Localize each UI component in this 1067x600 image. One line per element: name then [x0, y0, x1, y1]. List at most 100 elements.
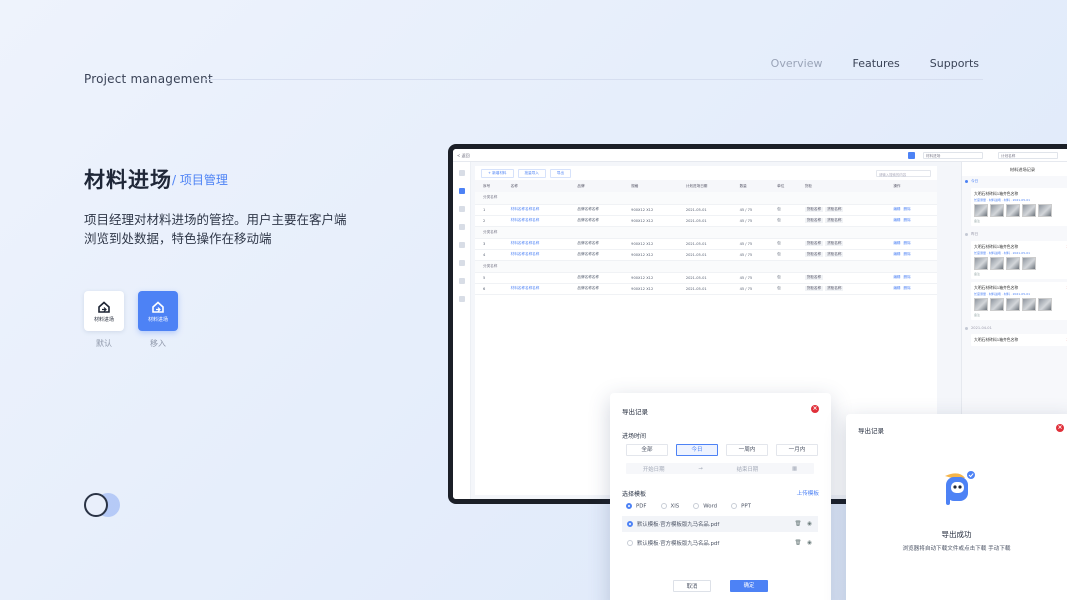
table-row[interactable]: 4 材料名称名称名称 品牌名称名称 900X12 X12 2021-05-01 45 / …	[475, 249, 937, 261]
icon-card-default[interactable]: 材料进场	[84, 291, 124, 331]
range-month[interactable]: 一月内	[776, 444, 818, 456]
record-card[interactable]: 大明石材砖料1箱齐色名称合格长度测量 · 材料进场 · 材料 · 2021-05…	[971, 188, 1067, 226]
row-spec: 900X12 X12	[623, 283, 678, 295]
format-label: Word	[703, 503, 718, 510]
close-icon[interactable]: ×	[1056, 424, 1064, 432]
export-button[interactable]: 导出	[549, 168, 572, 178]
edit-link[interactable]: 编辑	[893, 218, 900, 222]
nav-overview[interactable]: Overview	[771, 57, 823, 70]
container-tag: 货柜名称	[804, 286, 824, 291]
photo-thumbnail[interactable]	[974, 204, 988, 217]
table-row[interactable]: 5 品牌名称名称 900X12 X12 2021-05-01 45 / 75 包 货柜名称 编…	[475, 272, 937, 284]
edit-link[interactable]: 编辑	[893, 241, 900, 245]
photo-thumbnail[interactable]	[1038, 204, 1052, 217]
cancel-button[interactable]: 取消	[673, 580, 711, 592]
edit-link[interactable]: 编辑	[893, 275, 900, 279]
project-select[interactable]: 材料进场	[923, 152, 983, 159]
sidebar-material-icon[interactable]	[458, 188, 465, 194]
sidebar-home-icon[interactable]	[458, 170, 465, 176]
delete-link[interactable]: 删除	[904, 286, 911, 290]
sidebar-item-icon[interactable]	[458, 206, 465, 212]
table-row[interactable]: 1 材料名称名称名称 品牌名称名称 900X12 X12 2021-05-01 45 / …	[475, 204, 937, 216]
row-name[interactable]	[502, 272, 570, 284]
row-name[interactable]: 材料名称名称名称	[502, 283, 570, 295]
container-tag: 货柜名称	[825, 241, 844, 246]
sidebar-item-icon[interactable]	[458, 242, 465, 248]
record-card[interactable]: 大明石材砖料1箱齐色名称不合格长度测量 · 材料进场 · 材料 · 2021-0…	[971, 282, 1067, 320]
photo-thumbnail[interactable]	[1022, 204, 1036, 217]
photo-thumbnail[interactable]	[974, 257, 988, 270]
row-name[interactable]: 材料名称名称名称	[502, 215, 570, 227]
row-date: 2021-05-01	[677, 272, 732, 284]
delete-link[interactable]: 删除	[904, 241, 911, 245]
radio-icon	[693, 503, 700, 509]
row-name[interactable]: 材料名称名称名称	[502, 204, 570, 216]
end-date-field[interactable]: 结束日期	[737, 465, 759, 473]
delete-link[interactable]: 删除	[904, 218, 911, 222]
photo-thumbnail[interactable]	[990, 298, 1004, 311]
photo-thumbnail[interactable]	[1038, 298, 1052, 311]
photo-thumbnail[interactable]	[1006, 204, 1020, 217]
format-xis[interactable]: XIS	[660, 503, 679, 510]
back-button[interactable]: < 返回	[457, 153, 470, 159]
photo-thumbnail[interactable]	[1006, 298, 1020, 311]
batch-import-button[interactable]: 批量导入	[517, 168, 546, 178]
photo-thumbnail[interactable]	[990, 204, 1004, 217]
sidebar-item-icon[interactable]	[458, 224, 465, 230]
sidebar-item-icon[interactable]	[458, 296, 465, 302]
calendar-icon[interactable]: ▦	[792, 466, 797, 472]
trash-icon[interactable]: 🗑	[794, 521, 801, 527]
delete-link[interactable]: 删除	[904, 252, 911, 256]
edit-link[interactable]: 编辑	[893, 207, 900, 211]
range-today[interactable]: 今日	[676, 444, 718, 456]
date-range-picker[interactable]: 开始日期 → 结束日期 ▦	[626, 463, 814, 474]
delete-link[interactable]: 删除	[904, 207, 911, 211]
theme-toggle[interactable]	[84, 493, 122, 517]
row-brand: 品牌名称名称	[569, 238, 624, 250]
row-brand: 品牌名称名称	[569, 272, 624, 284]
template-file-item[interactable]: 默认模板·官方模板版九马名品.pdf 🗑 ◉	[622, 516, 818, 532]
plan-select[interactable]: 计划名称	[998, 152, 1058, 159]
photo-thumbnail[interactable]	[990, 257, 1004, 270]
table-row[interactable]: 3 材料名称名称名称 品牌名称名称 900X12 X12 2021-05-01 45 / …	[475, 238, 937, 250]
confirm-button[interactable]: 确定	[730, 580, 768, 592]
row-name[interactable]: 材料名称名称名称	[502, 238, 570, 250]
search-input[interactable]: 请输入搜索的内容	[876, 169, 931, 177]
format-pdf[interactable]: PDF	[626, 503, 647, 510]
template-file-item[interactable]: 默认模板·官方模板版九马名品.pdf 🗑 ◉	[622, 535, 818, 551]
add-material-button[interactable]: + 新增材料	[481, 168, 514, 178]
sidebar-item-icon[interactable]	[458, 278, 465, 284]
range-week[interactable]: 一周内	[726, 444, 768, 456]
photo-thumbnail[interactable]	[1006, 257, 1020, 270]
close-icon[interactable]: ×	[811, 405, 819, 413]
record-card[interactable]: 大明石材砖料1箱齐色名称不合格	[971, 334, 1067, 346]
row-name[interactable]: 材料名称名称名称	[502, 249, 570, 261]
photo-thumbnail[interactable]	[974, 298, 988, 311]
record-note: 备注	[974, 313, 981, 317]
photo-thumbnail[interactable]	[1022, 298, 1036, 311]
radio-icon	[731, 503, 738, 509]
delete-link[interactable]: 删除	[904, 275, 911, 279]
start-date-field[interactable]: 开始日期	[643, 465, 665, 473]
nav-supports[interactable]: Supports	[930, 57, 979, 70]
success-detail: 浏览器将自动下载文件或点击下载 手动下载	[902, 546, 1011, 552]
container-tag: 货柜名称	[825, 286, 844, 291]
record-photos	[974, 298, 1067, 311]
edit-link[interactable]: 编辑	[893, 252, 900, 256]
record-card[interactable]: 大明石材砖料1箱齐色名称不合格长度测量 · 材料进场 · 材料 · 2021-0…	[971, 241, 1067, 279]
format-ppt[interactable]: PPT	[731, 503, 751, 510]
format-word[interactable]: Word	[693, 503, 717, 510]
container-tag: 货柜名称	[825, 207, 844, 212]
eye-icon[interactable]: ◉	[807, 540, 812, 546]
table-row[interactable]: 6 材料名称名称名称 品牌名称名称 900X12 X12 2021-05-01 45 / …	[475, 283, 937, 295]
upload-template-link[interactable]: 上传模板	[797, 489, 819, 497]
photo-thumbnail[interactable]	[1022, 257, 1036, 270]
sidebar-item-icon[interactable]	[458, 260, 465, 266]
nav-features[interactable]: Features	[852, 57, 899, 70]
table-row[interactable]: 2 材料名称名称名称 品牌名称名称 900X12 X12 2021-05-01 45 / …	[475, 215, 937, 227]
edit-link[interactable]: 编辑	[893, 286, 900, 290]
range-all[interactable]: 全部	[626, 444, 668, 456]
trash-icon[interactable]: 🗑	[794, 540, 801, 546]
icon-card-hover[interactable]: 材料进场	[138, 291, 178, 331]
eye-icon[interactable]: ◉	[807, 521, 812, 527]
